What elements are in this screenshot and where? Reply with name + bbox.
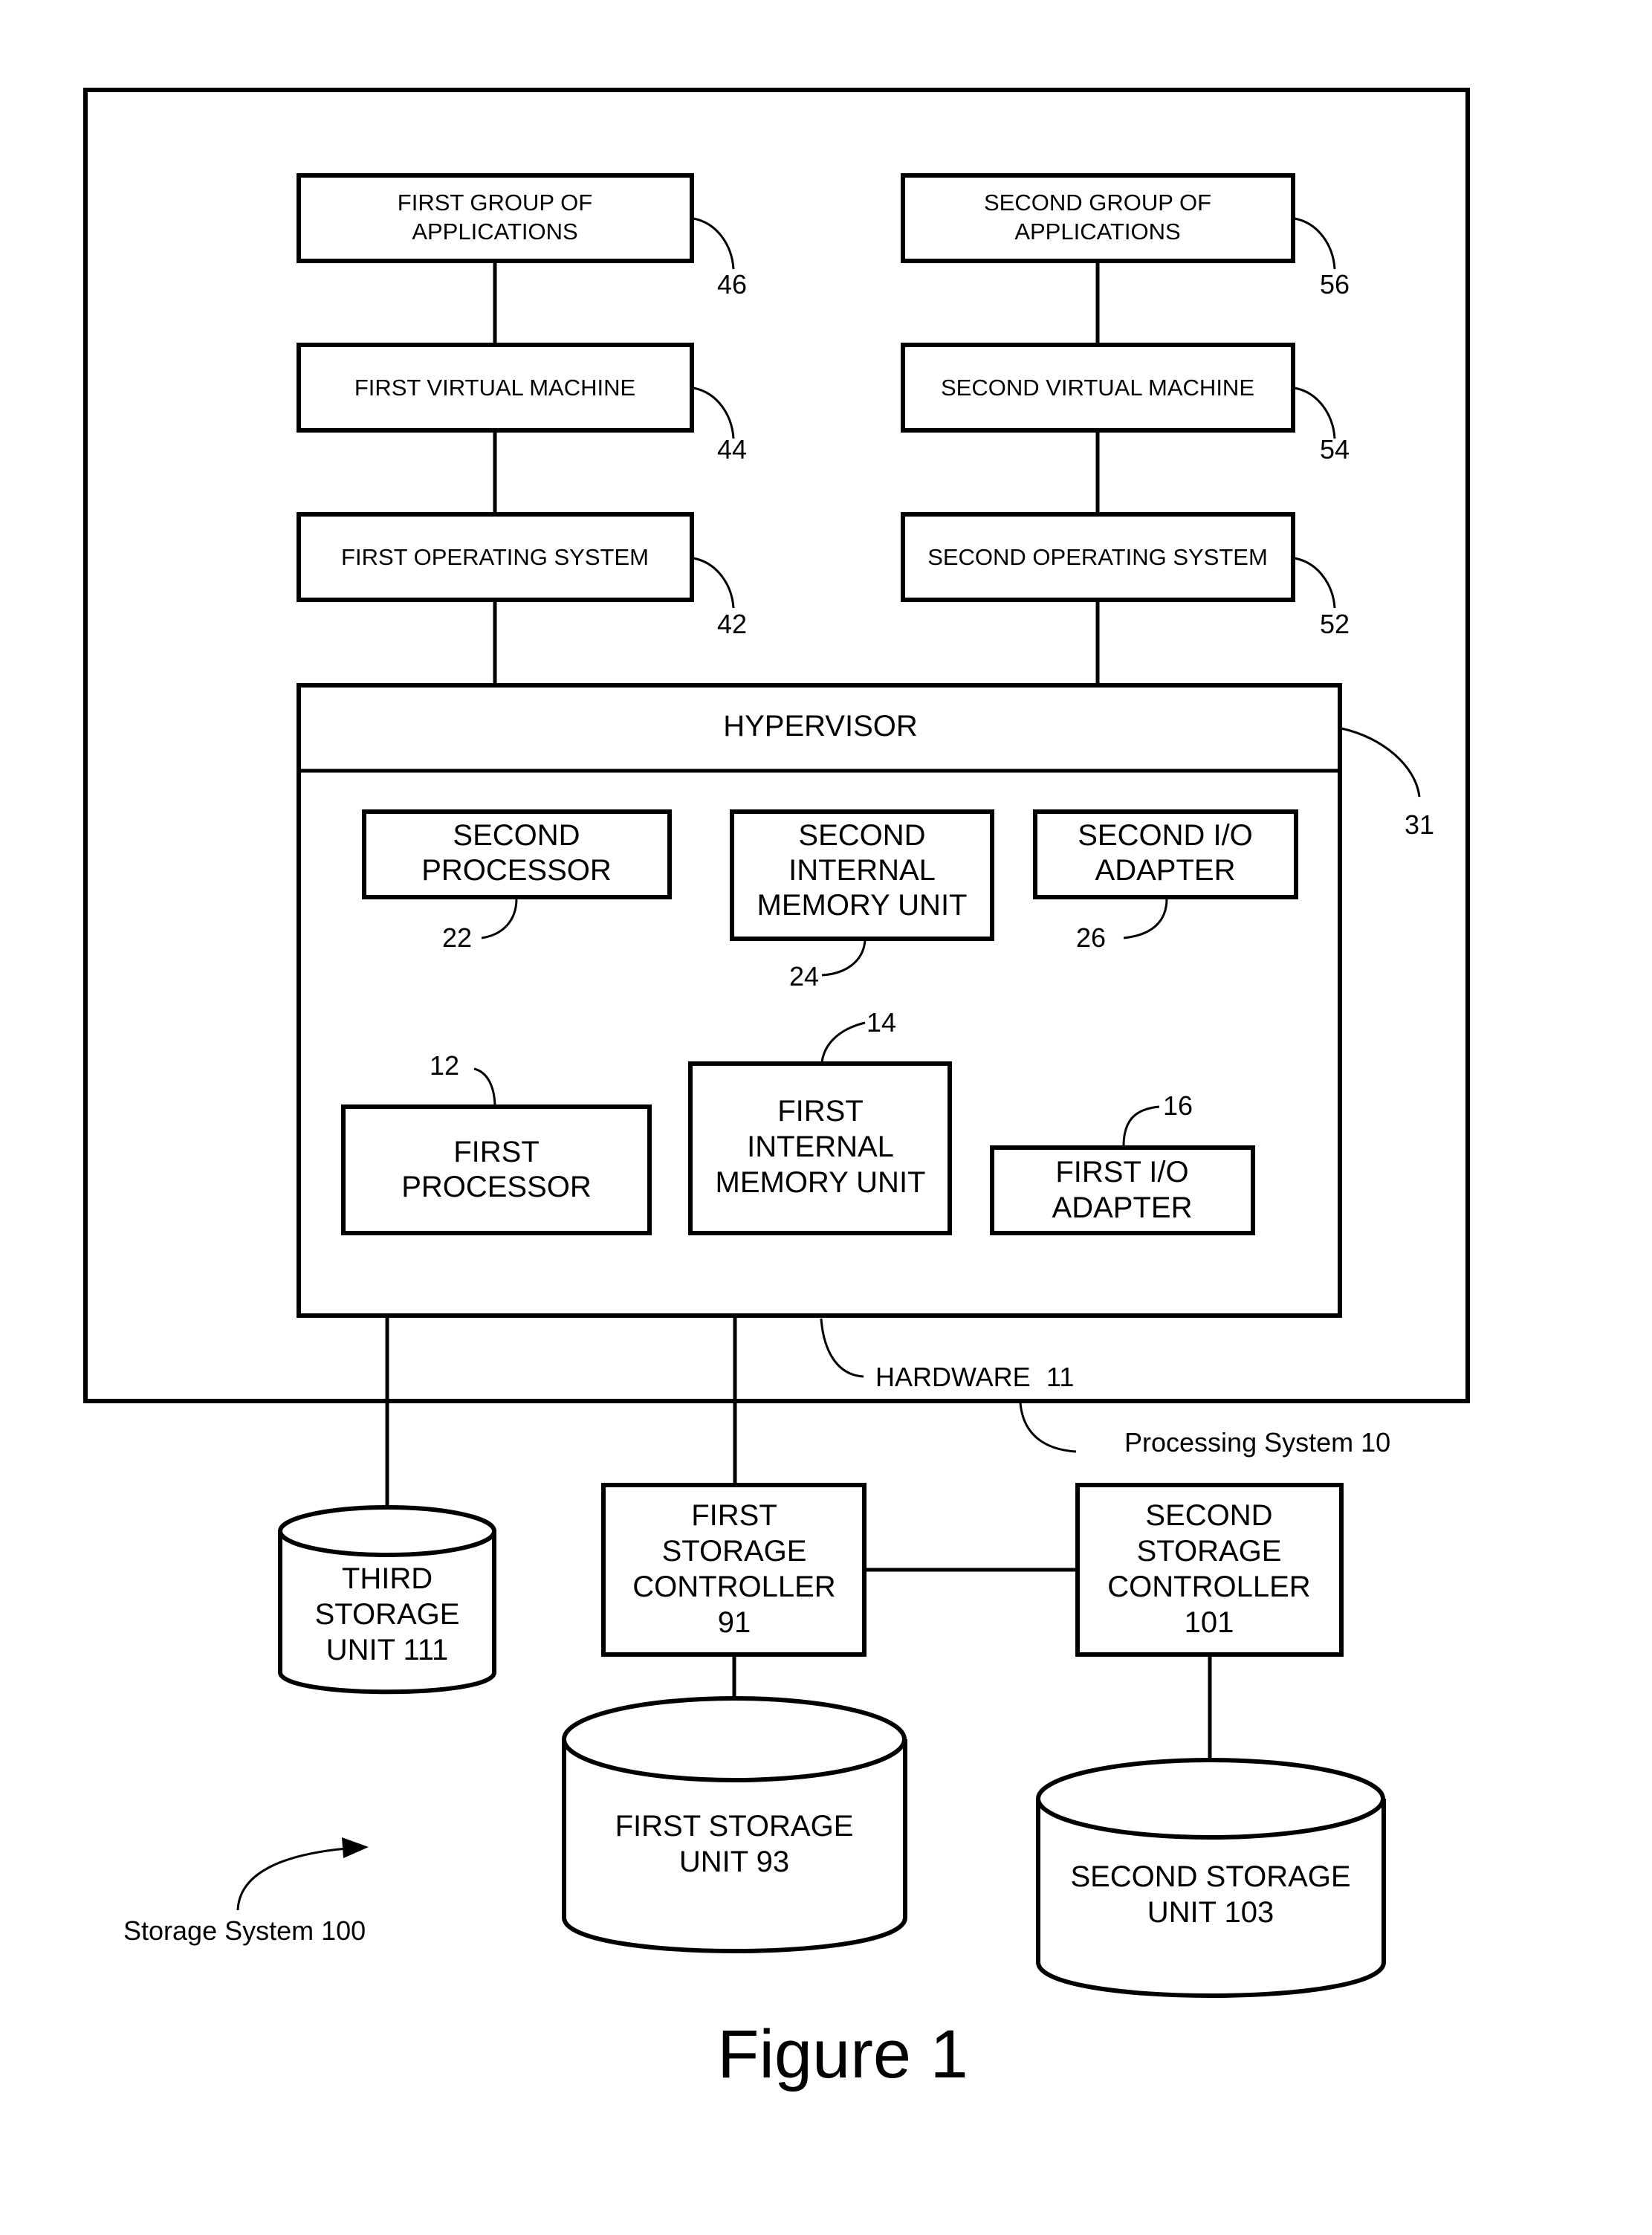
storage-system-label: Storage System 100	[123, 1915, 366, 1946]
node-label: FIRST	[453, 1136, 540, 1168]
reference-number: 31	[1405, 809, 1434, 840]
arrowhead-icon	[342, 1837, 369, 1858]
node-label: FIRST GROUP OF	[398, 190, 592, 216]
reference-number: 24	[789, 961, 819, 992]
node-label: 101	[1185, 1606, 1234, 1639]
reference-number: 54	[1320, 434, 1350, 465]
first-storage-unit-cylinder: FIRST STORAGE UNIT 93	[562, 1696, 907, 1953]
reference-number: 52	[1320, 609, 1350, 639]
node-label: SECOND OPERATING SYSTEM	[927, 544, 1268, 570]
node-label: THIRD	[342, 1562, 433, 1595]
node-label: 91	[718, 1606, 751, 1639]
node-label: ADAPTER	[1095, 854, 1236, 887]
reference-number: 16	[1163, 1090, 1193, 1121]
node-label: MEMORY UNIT	[716, 1166, 926, 1199]
processing-system-label: Processing System 10	[1124, 1427, 1390, 1458]
node-label: FIRST STORAGE	[615, 1810, 854, 1843]
node-label: FIRST I/O	[1055, 1156, 1188, 1188]
node-label: SECOND GROUP OF	[984, 190, 1211, 216]
node-label: ADAPTER	[1052, 1191, 1193, 1224]
second-storage-controller-node: SECOND STORAGE CONTROLLER 101	[1075, 1483, 1344, 1657]
node-label: PROCESSOR	[421, 854, 612, 887]
node-label: FIRST	[691, 1499, 777, 1532]
reference-number: 42	[717, 609, 747, 639]
hardware-ref: 11	[1046, 1362, 1074, 1392]
node-label: UNIT 111	[326, 1634, 449, 1666]
node-label: STORAGE	[1137, 1535, 1282, 1568]
first-operating-system-node: FIRST OPERATING SYSTEM	[297, 512, 694, 602]
first-internal-memory-node: FIRST INTERNAL MEMORY UNIT	[688, 1061, 952, 1235]
node-label: CONTROLLER	[632, 1571, 835, 1603]
node-label: SECOND	[1145, 1499, 1272, 1532]
reference-number: 44	[717, 434, 747, 465]
node-label: APPLICATIONS	[1014, 219, 1180, 245]
node-label: SECOND STORAGE	[1070, 1860, 1350, 1893]
reference-number: 12	[430, 1050, 459, 1081]
node-label: UNIT 93	[679, 1846, 789, 1878]
node-label: INTERNAL	[788, 854, 936, 887]
second-internal-memory-node: SECOND INTERNAL MEMORY UNIT	[730, 809, 994, 941]
hypervisor-label: HYPERVISOR	[723, 710, 918, 743]
second-io-adapter-node: SECOND I/O ADAPTER	[1033, 809, 1298, 899]
hardware-label: HARDWARE	[875, 1362, 1031, 1392]
node-label: INTERNAL	[747, 1131, 894, 1163]
reference-number: 14	[867, 1007, 896, 1038]
storage-system-diagram: FIRST GROUP OF APPLICATIONS FIRST VIRTUA…	[83, 88, 1470, 2092]
node-label: FIRST VIRTUAL MACHINE	[354, 375, 635, 401]
first-processor-node: FIRST PROCESSOR	[341, 1104, 652, 1235]
node-label: STORAGE	[662, 1535, 807, 1568]
node-label: FIRST	[777, 1095, 864, 1128]
second-processor-node: SECOND PROCESSOR	[362, 809, 672, 899]
third-storage-unit-cylinder: THIRD STORAGE UNIT 111	[278, 1505, 496, 1695]
second-group-of-applications-node: SECOND GROUP OF APPLICATIONS	[901, 173, 1295, 263]
first-storage-controller-node: FIRST STORAGE CONTROLLER 91	[601, 1483, 867, 1657]
node-label: SECOND I/O	[1078, 819, 1253, 852]
reference-number: 26	[1076, 922, 1106, 953]
node-label: FIRST OPERATING SYSTEM	[341, 544, 649, 570]
second-operating-system-node: SECOND OPERATING SYSTEM	[901, 512, 1295, 602]
reference-number: 56	[1320, 269, 1350, 300]
second-virtual-machine-node: SECOND VIRTUAL MACHINE	[901, 343, 1295, 433]
figure-title: Figure 1	[717, 2016, 968, 2092]
node-label: PROCESSOR	[401, 1171, 592, 1203]
reference-leader	[1019, 1402, 1077, 1453]
second-storage-unit-cylinder: SECOND STORAGE UNIT 103	[1036, 1758, 1386, 1998]
node-label: SECOND	[798, 819, 925, 852]
arrow-icon	[236, 1847, 347, 1911]
node-label: SECOND VIRTUAL MACHINE	[941, 375, 1254, 401]
reference-number: 22	[442, 922, 472, 953]
node-label: APPLICATIONS	[412, 219, 577, 245]
node-label: MEMORY UNIT	[757, 889, 968, 922]
node-label: UNIT 103	[1147, 1896, 1274, 1929]
first-io-adapter-node: FIRST I/O ADAPTER	[990, 1145, 1255, 1235]
node-label: STORAGE	[315, 1598, 460, 1631]
node-label: SECOND	[453, 819, 580, 852]
node-label: CONTROLLER	[1107, 1571, 1310, 1603]
first-virtual-machine-node: FIRST VIRTUAL MACHINE	[297, 343, 694, 433]
reference-number: 46	[717, 269, 747, 300]
first-group-of-applications-node: FIRST GROUP OF APPLICATIONS	[297, 173, 694, 263]
